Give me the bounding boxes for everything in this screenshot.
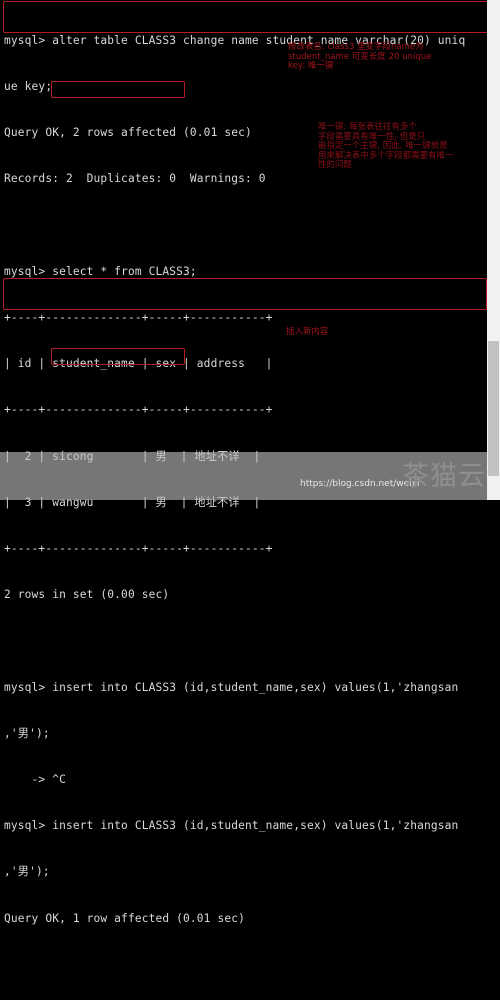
annotation-unique-key-explain: 唯一键: 每张表往往有多个 字段需要具有唯一性, 但是只 能指定一个主键, 因此… bbox=[318, 121, 454, 170]
terminal-line-cmd-alter-2: ue key; bbox=[4, 80, 53, 94]
annotation-alter-explain: 修改表名: class3 里变字段name为 student_name 可变长度… bbox=[288, 41, 432, 71]
terminal-line-cmd-insert-2b: ,'男'); bbox=[4, 865, 50, 879]
terminal-line-records-1: Records: 2 Duplicates: 0 Warnings: 0 bbox=[4, 172, 266, 186]
table-rule-bottom-1: +----+--------------+-----+-----------+ bbox=[4, 542, 273, 556]
terminal-line-cmd-insert-1b: ,'男'); bbox=[4, 726, 50, 740]
terminal-line-rowcount-1: 2 rows in set (0.00 sec) bbox=[4, 588, 170, 602]
table-row: | 2 | sicong | 男 | 地址不详 | bbox=[4, 449, 261, 463]
scrollbar-thumb[interactable] bbox=[488, 341, 499, 476]
table-rule-top-1: +----+--------------+-----+-----------+ bbox=[4, 311, 273, 325]
terminal-line-cmd-insert-1c: -> ^C bbox=[4, 773, 66, 787]
table-header-1: | id | student_name | sex | address | bbox=[4, 357, 273, 371]
terminal-line-cmd-insert-2a: mysql> insert into CLASS3 (id,student_na… bbox=[4, 819, 459, 833]
terminal-line-query-ok-2: Query OK, 1 row affected (0.01 sec) bbox=[4, 911, 245, 925]
annotation-insert-new-content: 插入新内容 bbox=[286, 326, 329, 336]
terminal-line-blank-2 bbox=[4, 633, 500, 648]
scrollbar-track[interactable] bbox=[487, 0, 500, 500]
terminal-line-blank-3 bbox=[4, 957, 500, 972]
table-rule-mid-1: +----+--------------+-----+-----------+ bbox=[4, 403, 273, 417]
terminal-line-blank-1 bbox=[4, 218, 500, 233]
table-row: | 3 | wangwu | 男 | 地址不详 | bbox=[4, 495, 261, 509]
terminal-line-cmd-select-1: mysql> select * from CLASS3; bbox=[4, 264, 197, 278]
terminal-output[interactable]: mysql> alter table CLASS3 change name st… bbox=[0, 0, 500, 925]
terminal-line-cmd-insert-1a: mysql> insert into CLASS3 (id,student_na… bbox=[4, 680, 459, 694]
